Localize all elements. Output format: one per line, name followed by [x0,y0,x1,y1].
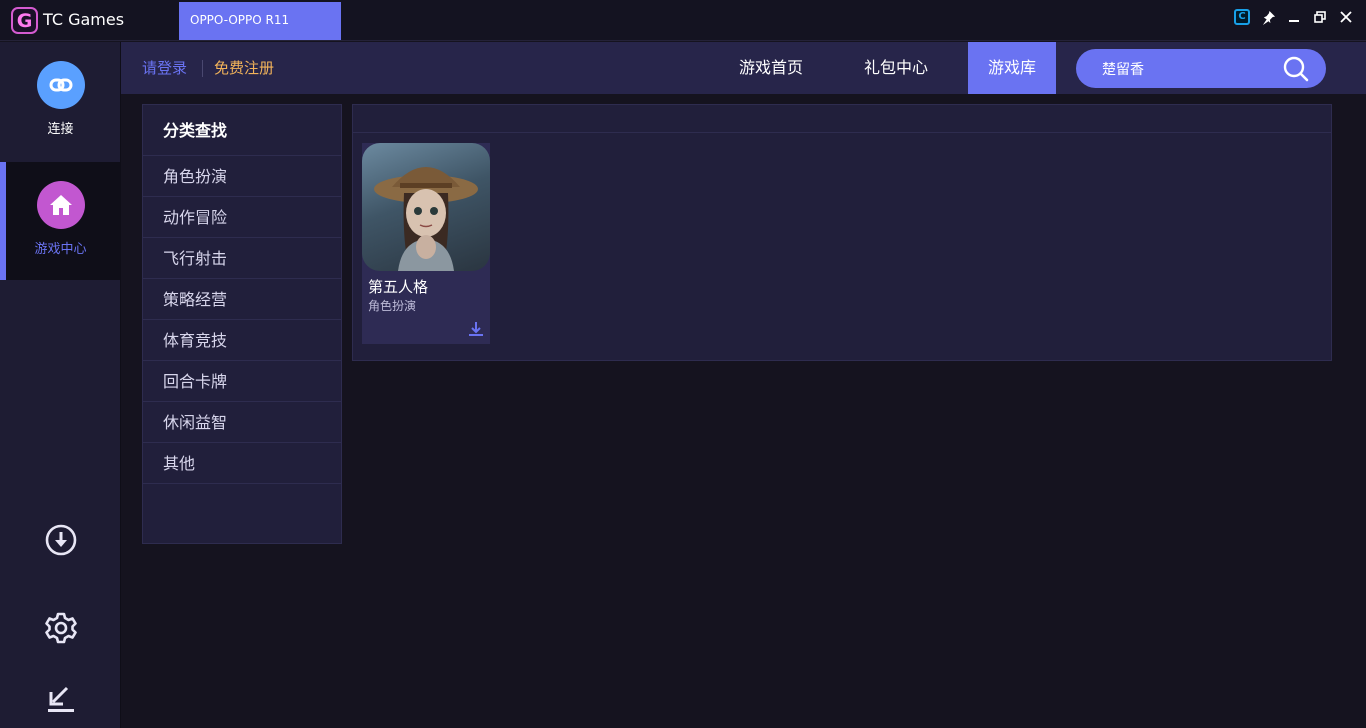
sidebar-item-game-center[interactable]: 游戏中心 [0,162,121,280]
login-link[interactable]: 请登录 [142,57,187,78]
pin-button[interactable] [1260,9,1276,25]
link-icon [49,78,72,92]
register-link[interactable]: 免费注册 [214,57,274,78]
restore-icon [1314,11,1326,23]
shrink-icon [48,686,74,712]
minimize-button[interactable] [1286,9,1302,25]
download-icon [45,524,77,556]
game-center-circle [36,181,85,229]
minimize-icon [1289,20,1299,22]
window-controls: C [1234,9,1354,25]
game-card[interactable]: 第五人格 角色扮演 [362,143,490,344]
tc-mini-button[interactable]: C [1234,9,1250,25]
category-item[interactable]: 回合卡牌 [143,361,341,402]
shrink-button[interactable] [42,679,80,717]
download-manager-button[interactable] [42,521,80,559]
game-category: 角色扮演 [368,299,417,313]
search-box [1076,49,1326,88]
tc-mini-icon: C [1234,9,1250,25]
tab-gift-center[interactable]: 礼包中心 [844,42,948,94]
game-center-label: 游戏中心 [34,242,87,257]
sidebar: 连接 游戏中心 [0,42,121,728]
connect-circle [36,61,85,109]
category-item[interactable]: 动作冒险 [143,197,341,238]
game-art [374,167,478,271]
download-icon[interactable] [467,320,485,338]
game-list-panel: 第五人格 角色扮演 [352,104,1332,361]
search-input[interactable] [1102,49,1282,88]
nav-divider [202,60,203,77]
pin-icon [1262,10,1275,25]
game-list-header [353,105,1331,133]
connect-label: 连接 [47,122,74,137]
game-name: 第五人格 [368,278,429,296]
category-item[interactable]: 飞行射击 [143,238,341,279]
category-item[interactable]: 体育竞技 [143,320,341,361]
category-item[interactable]: 休闲益智 [143,402,341,443]
game-thumbnail [362,143,490,271]
app-title: TC Games [43,10,125,29]
tab-game-library[interactable]: 游戏库 [968,42,1056,94]
home-icon [49,195,72,215]
active-indicator [0,162,6,280]
title-bar: G TC Games OPPO-OPPO R11 C [0,0,1366,41]
close-button[interactable] [1338,9,1354,25]
gear-icon [45,612,77,644]
category-item[interactable]: 其他 [143,443,341,484]
restore-button[interactable] [1312,9,1328,25]
category-title: 分类查找 [143,105,341,156]
close-icon [1340,11,1352,23]
category-item[interactable]: 策略经营 [143,279,341,320]
app-window: G TC Games OPPO-OPPO R11 C 连接 游戏中心 请登录 免… [0,0,1366,728]
top-nav: 请登录 免费注册 游戏首页 礼包中心 游戏库 [121,42,1366,94]
tab-game-home[interactable]: 游戏首页 [719,42,823,94]
device-tab[interactable]: OPPO-OPPO R11 [179,2,341,40]
category-item[interactable]: 角色扮演 [143,156,341,197]
app-logo: G [11,7,38,34]
sidebar-item-connect[interactable]: 连接 [0,42,121,161]
category-panel: 分类查找 角色扮演 动作冒险 飞行射击 策略经营 体育竞技 回合卡牌 休闲益智 … [142,104,342,544]
settings-button[interactable] [42,609,80,647]
search-icon[interactable] [1283,56,1309,82]
